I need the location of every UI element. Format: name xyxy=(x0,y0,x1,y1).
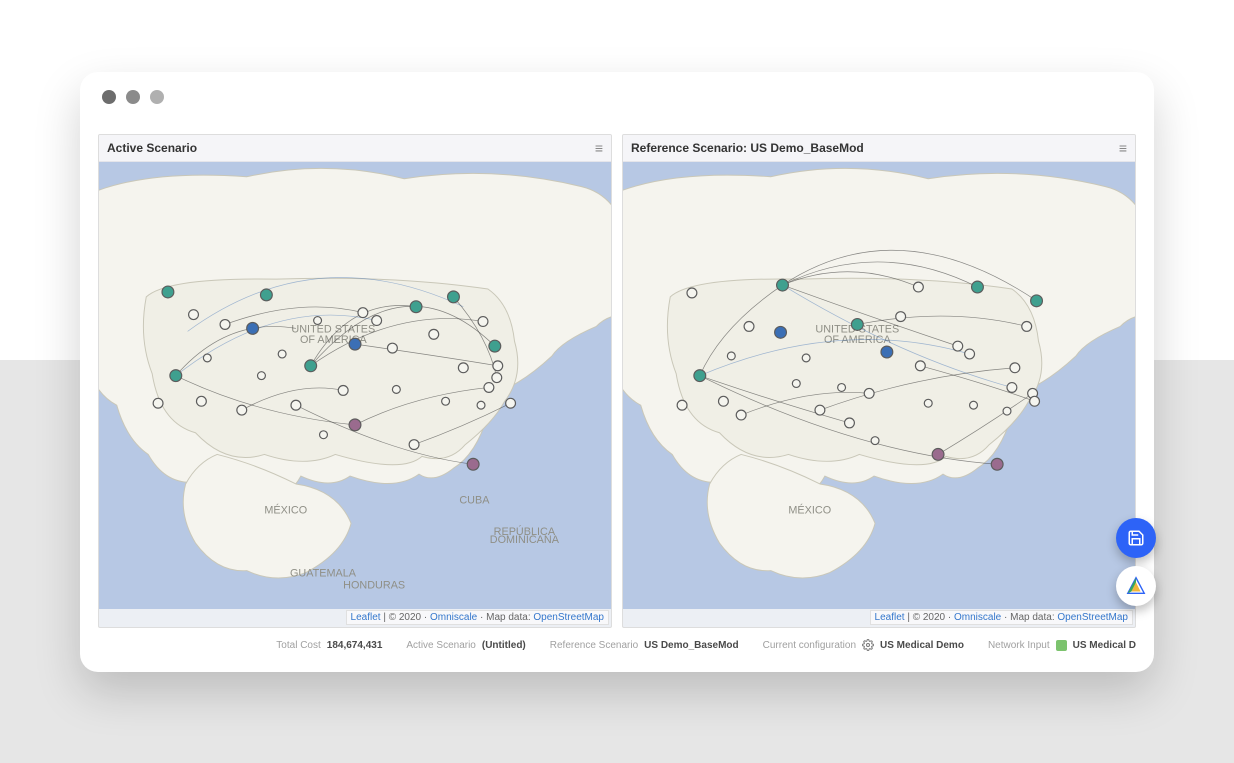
map-label-mexico: MÉXICO xyxy=(264,504,307,517)
pane-header: Active Scenario ≡ xyxy=(99,135,611,162)
map-label-honduras: HONDURAS xyxy=(343,579,405,591)
map-attribution: Leaflet | © 2020 · Omniscale · Map data:… xyxy=(346,610,609,625)
map-canvas-active[interactable]: UNITED STATESOF AMERICA MÉXICO GUATEMALA… xyxy=(99,162,611,609)
active-scenario-pane: Active Scenario ≡ + − UNITED STATESOF AM… xyxy=(98,134,612,628)
window-traffic-lights xyxy=(102,90,164,104)
status-network-input[interactable]: Network Input US Medical D xyxy=(988,640,1136,651)
app-window: Active Scenario ≡ + − UNITED STATESOF AM… xyxy=(80,72,1154,672)
map-canvas-reference[interactable]: UNITED STATESOF AMERICA MÉXICO xyxy=(623,162,1135,609)
save-icon xyxy=(1127,529,1145,547)
save-button[interactable] xyxy=(1116,518,1156,558)
pane-title: Reference Scenario: US Demo_BaseMod xyxy=(631,135,864,161)
map-label-dominican: REPÚBLICADOMINICANA xyxy=(490,525,560,546)
osm-link[interactable]: OpenStreetMap xyxy=(1057,612,1128,623)
traffic-dot xyxy=(102,90,116,104)
status-active-scenario: Active Scenario (Untitled) xyxy=(406,640,525,651)
map-attribution: Leaflet | © 2020 · Omniscale · Map data:… xyxy=(870,610,1133,625)
map-label-cuba: CUBA xyxy=(459,495,490,507)
hamburger-icon[interactable]: ≡ xyxy=(1119,135,1127,161)
omniscale-link[interactable]: Omniscale xyxy=(954,612,1001,623)
pane-header: Reference Scenario: US Demo_BaseMod ≡ xyxy=(623,135,1135,162)
app-logo-button[interactable] xyxy=(1116,566,1156,606)
map-label-mexico: MÉXICO xyxy=(788,504,831,517)
status-current-config[interactable]: Current configuration US Medical Demo xyxy=(763,639,964,651)
traffic-dot xyxy=(126,90,140,104)
omniscale-link[interactable]: Omniscale xyxy=(430,612,477,623)
network-swatch-icon xyxy=(1056,640,1067,651)
traffic-dot xyxy=(150,90,164,104)
triangle-logo-icon xyxy=(1125,575,1147,597)
status-bar: Total Cost 184,674,431 Active Scenario (… xyxy=(98,634,1136,656)
leaflet-link[interactable]: Leaflet xyxy=(351,612,381,623)
fab-column xyxy=(1116,518,1156,606)
status-reference-scenario: Reference Scenario US Demo_BaseMod xyxy=(550,640,739,651)
map-label-guatemala: GUATEMALA xyxy=(290,568,357,580)
gear-icon xyxy=(862,639,874,651)
osm-link[interactable]: OpenStreetMap xyxy=(533,612,604,623)
scenario-comparison-panes: Active Scenario ≡ + − UNITED STATESOF AM… xyxy=(98,134,1136,628)
reference-scenario-pane: Reference Scenario: US Demo_BaseMod ≡ + … xyxy=(622,134,1136,628)
pane-title: Active Scenario xyxy=(107,135,197,161)
leaflet-link[interactable]: Leaflet xyxy=(875,612,905,623)
status-total-cost: Total Cost 184,674,431 xyxy=(276,640,382,651)
hamburger-icon[interactable]: ≡ xyxy=(595,135,603,161)
